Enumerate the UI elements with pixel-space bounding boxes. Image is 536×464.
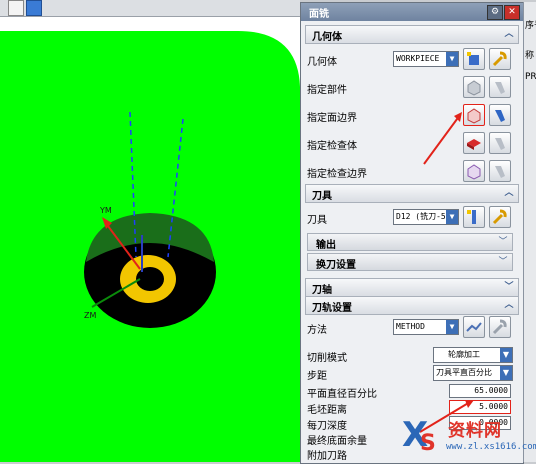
- graphics-viewport[interactable]: YM ZM: [0, 17, 300, 462]
- watermark-url: www.zl.xs1616.com: [446, 442, 536, 452]
- specify-part-row: 指定部件: [307, 75, 511, 98]
- specify-check-boundary-row: 指定检查边界: [307, 159, 511, 182]
- edit-wrench-icon[interactable]: [489, 316, 511, 338]
- navigator-program-node[interactable]: PR: [525, 72, 536, 82]
- output-subsection[interactable]: 输出 ﹀: [307, 233, 513, 251]
- svg-text:S: S: [420, 431, 436, 456]
- chevron-down-icon[interactable]: ▼: [446, 52, 458, 66]
- path-settings-section: 刀轨设置 ︿: [305, 296, 519, 315]
- specify-check-boundary-icon[interactable]: [463, 160, 485, 182]
- new-geometry-icon[interactable]: [463, 48, 485, 70]
- chevron-down-icon[interactable]: ▼: [446, 320, 458, 334]
- close-icon[interactable]: ✕: [504, 5, 520, 20]
- edit-wrench-icon[interactable]: [489, 48, 511, 70]
- chevron-up-icon[interactable]: ︿: [503, 28, 515, 40]
- face-milling-dialog: 面铣 ⚙ ✕ 几何体 ︿ 几何体 WORKPIECE ▼ 指定部件 指定面边界 …: [300, 2, 524, 464]
- watermark-text: 资料网: [448, 421, 502, 441]
- edit-wrench-icon[interactable]: [489, 206, 511, 228]
- watermark-logo-icon: X S: [402, 415, 436, 456]
- chevron-down-icon[interactable]: ﹀: [497, 236, 509, 248]
- tool-select[interactable]: D12 (铣刀-5 ▼: [393, 209, 459, 225]
- chevron-down-icon[interactable]: ▼: [446, 210, 458, 224]
- axis-label-ym: YM: [99, 206, 112, 215]
- axis-label-zm: ZM: [84, 311, 96, 320]
- specify-check-body-row: 指定检查体: [307, 131, 511, 154]
- specify-part-icon[interactable]: [463, 76, 485, 98]
- path-settings-section-header[interactable]: 刀轨设置 ︿: [305, 296, 519, 315]
- specify-face-boundary-icon[interactable]: [463, 104, 485, 126]
- new-tool-icon[interactable]: [463, 206, 485, 228]
- display-flashlight-icon[interactable]: [489, 76, 511, 98]
- chevron-up-icon[interactable]: ︿: [503, 299, 515, 311]
- geometry-label: 几何体: [307, 57, 337, 68]
- geometry-section: 几何体 ︿: [305, 25, 519, 44]
- geometry-section-header[interactable]: 几何体 ︿: [305, 25, 519, 44]
- geometry-row: 几何体 WORKPIECE ▼: [307, 47, 511, 70]
- tool-axis-section: 刀轴 ﹀: [305, 278, 519, 297]
- navigator-panel: 序号 称 PR: [523, 2, 536, 462]
- dialog-title: 面铣: [309, 9, 329, 20]
- gear-icon[interactable]: ⚙: [487, 5, 503, 20]
- method-select[interactable]: METHOD ▼: [393, 319, 459, 335]
- tool-axis-section-header[interactable]: 刀轴 ﹀: [305, 278, 519, 297]
- view-cube-icon[interactable]: [26, 0, 42, 16]
- dialog-titlebar[interactable]: 面铣 ⚙ ✕: [301, 3, 523, 21]
- display-flashlight-icon[interactable]: [489, 132, 511, 154]
- new-method-icon[interactable]: [463, 316, 485, 338]
- navigator-header: 序号: [525, 21, 536, 31]
- geometry-select[interactable]: WORKPIECE ▼: [393, 51, 459, 67]
- chevron-down-icon[interactable]: ﹀: [503, 281, 515, 293]
- watermark: X S 资料网 www.zl.xs1616.com: [400, 410, 536, 458]
- tool-section-header[interactable]: 刀具 ︿: [305, 184, 519, 203]
- chevron-down-icon[interactable]: ﹀: [497, 256, 509, 268]
- top-toolbar: [0, 0, 300, 17]
- method-row: 方法 METHOD ▼: [307, 315, 511, 338]
- chevron-down-icon[interactable]: ▼: [500, 366, 512, 380]
- display-flashlight-icon[interactable]: [489, 160, 511, 182]
- part-inner-hole: [136, 267, 164, 291]
- chevron-down-icon[interactable]: ▼: [500, 348, 512, 362]
- specify-check-body-icon[interactable]: [463, 132, 485, 154]
- tool-section: 刀具 ︿: [305, 184, 519, 203]
- display-flashlight-icon[interactable]: [489, 104, 511, 126]
- specify-face-boundary-row: 指定面边界: [307, 103, 511, 126]
- navigator-name-column: 称: [525, 51, 535, 61]
- toolbar-button[interactable]: [8, 0, 24, 16]
- tool-row: 刀具 D12 (铣刀-5 ▼: [307, 205, 511, 228]
- chevron-up-icon[interactable]: ︿: [503, 187, 515, 199]
- tool-change-subsection[interactable]: 换刀设置 ﹀: [307, 253, 513, 271]
